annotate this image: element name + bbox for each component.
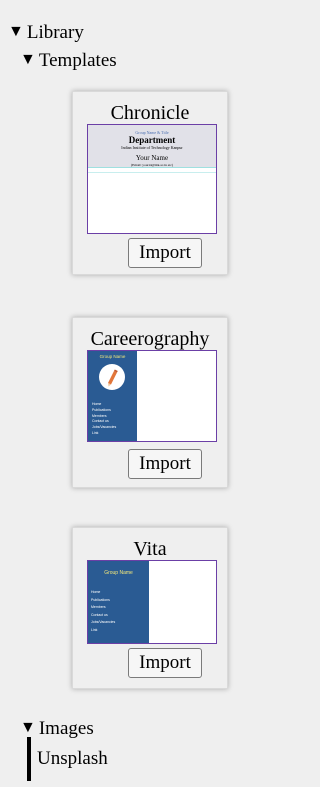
library-toggle[interactable]: ▼ Library	[8, 22, 84, 44]
preview-sidebar: Group Name Home Publications Members Con…	[88, 561, 149, 643]
preview-nav-item: Home	[91, 590, 101, 594]
preview-header: Group Name & Title Department Indian Ins…	[88, 125, 216, 167]
preview-group-name: Group Name	[104, 570, 133, 576]
unsplash-label: Unsplash	[37, 748, 108, 769]
template-preview-chronicle[interactable]: Group Name & Title Department Indian Ins…	[87, 124, 217, 234]
images-label: Images	[38, 718, 94, 739]
template-card-chronicle: Chronicle Group Name & Title Department …	[72, 91, 228, 275]
preview-sidebar: Group Name Home Publications Members Con…	[88, 351, 137, 441]
preview-avatar	[99, 364, 125, 390]
expanded-triangle-icon: ▼	[20, 51, 36, 68]
template-card-vita: Vita Group Name Home Publications Member…	[72, 527, 228, 689]
preview-nav-item: Link	[91, 627, 98, 632]
preview-department: Department	[128, 135, 176, 145]
template-title: Chronicle	[110, 102, 190, 124]
expanded-triangle-icon: ▼	[8, 23, 24, 40]
templates-label: Templates	[38, 50, 117, 71]
preview-nav-item: Contact us	[91, 612, 108, 617]
preview-your-name: Your Name	[135, 154, 169, 162]
unsplash-item[interactable]: Unsplash	[37, 748, 108, 770]
preview-nav-item: Members	[91, 605, 106, 610]
template-preview-vita[interactable]: Group Name Home Publications Members Con…	[87, 560, 217, 644]
template-preview-careerography[interactable]: Group Name Home Publications Members Con…	[87, 350, 217, 442]
images-toggle[interactable]: ▼ Images	[20, 718, 94, 740]
import-button-careerography[interactable]: Import	[128, 449, 202, 479]
import-button-vita[interactable]: Import	[128, 648, 202, 678]
preview-nav-item: Link	[92, 430, 99, 435]
template-title: Vita	[133, 538, 167, 560]
preview-nav-item: Jobs/Vacancies	[91, 620, 116, 625]
template-card-careerography: Careerography Group Name Home Publicatio…	[72, 317, 228, 488]
preview-nav-band	[88, 167, 216, 173]
pencil-icon	[108, 369, 118, 387]
expanded-triangle-icon: ▼	[20, 719, 36, 736]
import-button-chronicle[interactable]: Import	[128, 238, 202, 268]
template-title: Careerography	[90, 328, 210, 350]
library-label: Library	[26, 22, 84, 43]
templates-toggle[interactable]: ▼ Templates	[20, 50, 117, 72]
selected-indicator	[27, 737, 31, 781]
preview-institute: Indian Institute of Technology Kanpur	[121, 145, 183, 150]
preview-group-name: Group Name	[99, 354, 126, 359]
preview-nav-item: Publications	[91, 597, 110, 602]
